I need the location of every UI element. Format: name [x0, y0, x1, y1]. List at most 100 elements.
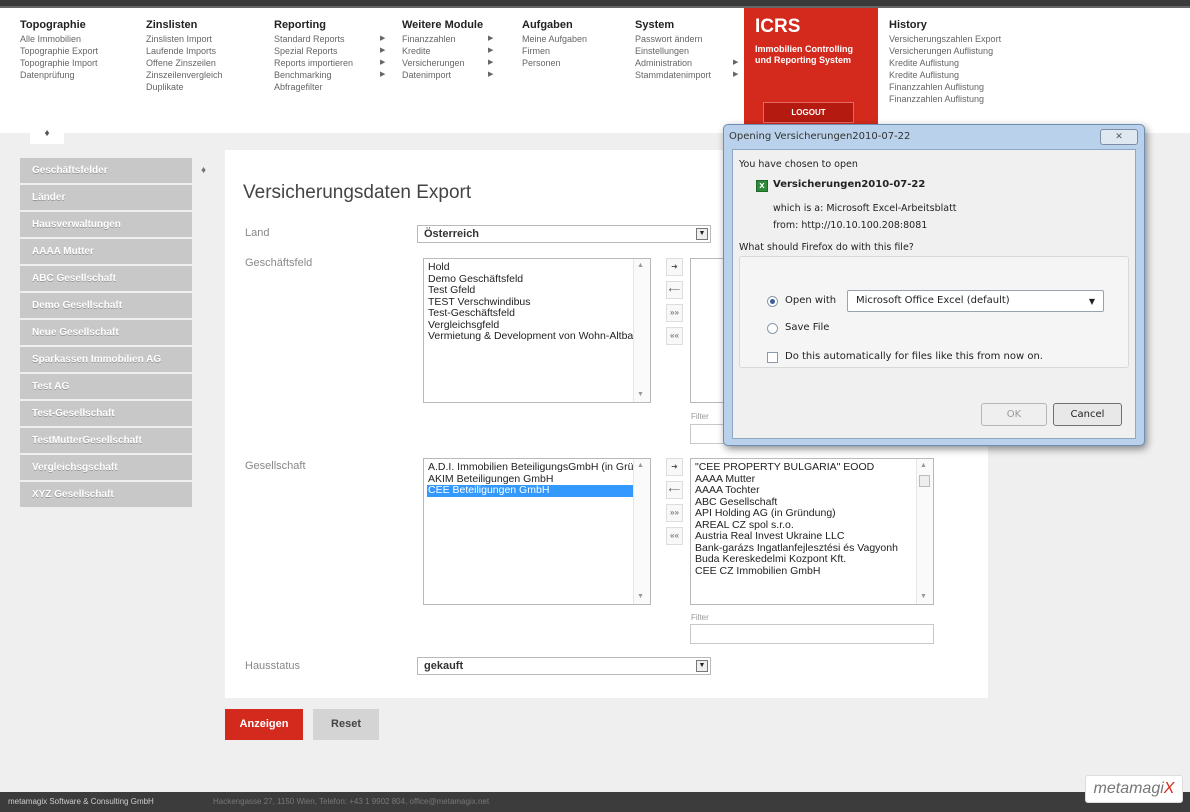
close-icon[interactable]: ✕ [1100, 129, 1138, 145]
menu-item[interactable]: Firmen [522, 45, 587, 57]
menu-item[interactable]: Personen [522, 57, 587, 69]
save-file-radio[interactable] [767, 323, 778, 334]
sidebar-item[interactable]: Test AG [20, 374, 192, 399]
menu-item[interactable]: Stammdatenimport ▶ [635, 69, 738, 81]
menu-title[interactable]: Topographie [20, 19, 98, 31]
menu-item[interactable]: Benchmarking ▶ [274, 69, 386, 81]
scroll-down-icon[interactable]: ▼ [637, 391, 644, 398]
logout-button[interactable]: LOGOUT [763, 102, 854, 123]
open-with-radio[interactable] [767, 296, 778, 307]
list-item[interactable]: "CEE PROPERTY BULGARIA" EOOD [695, 461, 929, 474]
list-item[interactable]: API Holding AG (in Gründung) [695, 507, 929, 520]
menu-item[interactable]: Einstellungen [635, 45, 737, 57]
menu-item[interactable]: Standard Reports ▶ [274, 33, 386, 45]
collapse-tab[interactable]: ♦ [30, 126, 64, 144]
reset-button[interactable]: Reset [313, 709, 379, 740]
menu-title[interactable]: Aufgaben [522, 19, 587, 31]
scroll-up-icon[interactable]: ▲ [637, 262, 644, 269]
sidebar-pin-icon[interactable]: ♦ [201, 165, 206, 176]
sidebar-item[interactable]: AAAA Mutter [20, 239, 192, 264]
anzeigen-button[interactable]: Anzeigen [225, 709, 303, 740]
menu-item[interactable]: Laufende Imports [146, 45, 223, 57]
geschaeftsfeld-selected-list[interactable]: Hold Demo Geschäftsfeld Test Gfeld TEST … [423, 258, 651, 403]
menu-item[interactable]: Topographie Import [20, 57, 98, 69]
list-item[interactable]: A.D.I. Immobilien BeteiligungsGmbH (in G… [428, 461, 646, 474]
menu-item[interactable]: Kredite Auflistung [889, 69, 1001, 81]
menu-item[interactable]: Versicherungen ▶ [402, 57, 493, 69]
move-left-icon[interactable]: ⟵ [666, 281, 683, 299]
open-with-label[interactable]: Open with [785, 295, 836, 306]
menu-item[interactable]: Zinszeilenvergleich [146, 69, 223, 81]
scrollbar[interactable]: ▲ ▼ [633, 259, 650, 402]
geschaeftsfeld-available-list[interactable] [690, 258, 724, 403]
menu-item[interactable]: Datenprüfung [20, 69, 98, 81]
menu-item[interactable]: Topographie Export [20, 45, 98, 57]
menu-item[interactable]: Administration ▶ [635, 57, 738, 69]
scroll-up-icon[interactable]: ▲ [920, 462, 927, 469]
auto-checkbox[interactable] [767, 352, 778, 363]
list-item-selected[interactable]: CEE Beteiligungen GmbH [427, 484, 646, 497]
menu-item[interactable]: Reports importieren ▶ [274, 57, 386, 69]
menu-item[interactable]: Spezial Reports ▶ [274, 45, 386, 57]
menu-item[interactable]: Kredite ▶ [402, 45, 493, 57]
menu-title[interactable]: Weitere Module [402, 19, 492, 31]
scrollbar[interactable]: ▲ ▼ [916, 459, 933, 604]
application-select[interactable]: Microsoft Office Excel (default) ▼ [847, 290, 1104, 312]
menu-title[interactable]: Zinslisten [146, 19, 223, 31]
hausstatus-select[interactable]: gekauft ▼ [417, 657, 711, 675]
sidebar-item[interactable]: Neue Gesellschaft [20, 320, 192, 345]
sidebar-item[interactable]: Sparkassen Immobilien AG [20, 347, 192, 372]
menu-item[interactable]: Finanzzahlen Auflistung [889, 93, 1001, 105]
move-left-icon[interactable]: ⟵ [666, 481, 683, 499]
cancel-button[interactable]: Cancel [1053, 403, 1122, 426]
gesellschaft-filter-input[interactable] [690, 624, 934, 644]
menu-item[interactable]: Alle Immobilien [20, 33, 98, 45]
list-item[interactable]: Test Gfeld [428, 284, 646, 297]
scroll-up-icon[interactable]: ▲ [637, 462, 644, 469]
menu-item[interactable]: Versicherungszahlen Export [889, 33, 1001, 45]
menu-item[interactable]: Abfragefilter [274, 81, 386, 93]
sidebar-item[interactable]: Geschäftsfelder [20, 158, 192, 183]
sidebar-item[interactable]: Vergleichsgschaft [20, 455, 192, 480]
menu-item[interactable]: Duplikate [146, 81, 223, 93]
move-right-icon[interactable]: ➜ [666, 458, 683, 476]
auto-checkbox-label[interactable]: Do this automatically for files like thi… [785, 351, 1043, 362]
land-select[interactable]: Österreich ▼ [417, 225, 711, 243]
list-item[interactable]: Vermietung & Development von Wohn-Altba [428, 330, 646, 343]
menu-item[interactable]: Offene Zinszeilen [146, 57, 223, 69]
sidebar-item[interactable]: ABC Gesellschaft [20, 266, 192, 291]
menu-item[interactable]: Kredite Auflistung [889, 57, 1001, 69]
list-item[interactable]: Buda Kereskedelmi Kozpont Kft. [695, 553, 929, 566]
menu-item[interactable]: Datenimport ▶ [402, 69, 493, 81]
save-file-label[interactable]: Save File [785, 322, 829, 333]
list-item[interactable]: Austria Real Invest Ukraine LLC [695, 530, 929, 543]
list-item[interactable]: AAAA Tochter [695, 484, 929, 497]
sidebar-item[interactable]: Hausverwaltungen [20, 212, 192, 237]
sidebar-item[interactable]: Länder [20, 185, 192, 210]
menu-item[interactable]: Finanzzahlen ▶ [402, 33, 493, 45]
gesellschaft-selected-list[interactable]: A.D.I. Immobilien BeteiligungsGmbH (in G… [423, 458, 651, 605]
scroll-down-icon[interactable]: ▼ [637, 593, 644, 600]
sidebar-item[interactable]: Test-Gesellschaft [20, 401, 192, 426]
list-item[interactable]: Hold [428, 261, 646, 274]
move-right-icon[interactable]: ➜ [666, 258, 683, 276]
move-all-left-icon[interactable]: «« [666, 527, 683, 545]
sidebar-item[interactable]: XYZ Gesellschaft [20, 482, 192, 507]
menu-item[interactable]: Finanzzahlen Auflistung [889, 81, 1001, 93]
menu-title[interactable]: System [635, 19, 737, 31]
ok-button[interactable]: OK [981, 403, 1047, 426]
move-all-right-icon[interactable]: »» [666, 304, 683, 322]
list-item[interactable]: CEE CZ Immobilien GmbH [695, 565, 929, 578]
menu-title[interactable]: Reporting [274, 19, 386, 31]
scrollbar[interactable]: ▲ ▼ [633, 459, 650, 604]
scroll-down-icon[interactable]: ▼ [920, 593, 927, 600]
menu-title[interactable]: History [889, 19, 1001, 31]
scrollbar-thumb[interactable] [919, 475, 930, 487]
sidebar-item[interactable]: Demo Gesellschaft [20, 293, 192, 318]
move-all-right-icon[interactable]: »» [666, 504, 683, 522]
list-item[interactable]: Test-Geschäftsfeld [428, 307, 646, 320]
menu-item[interactable]: Passwort ändern [635, 33, 737, 45]
gesellschaft-available-list[interactable]: "CEE PROPERTY BULGARIA" EOOD AAAA Mutter… [690, 458, 934, 605]
menu-item[interactable]: Zinslisten Import [146, 33, 223, 45]
menu-item[interactable]: Versicherungen Auflistung [889, 45, 1001, 57]
